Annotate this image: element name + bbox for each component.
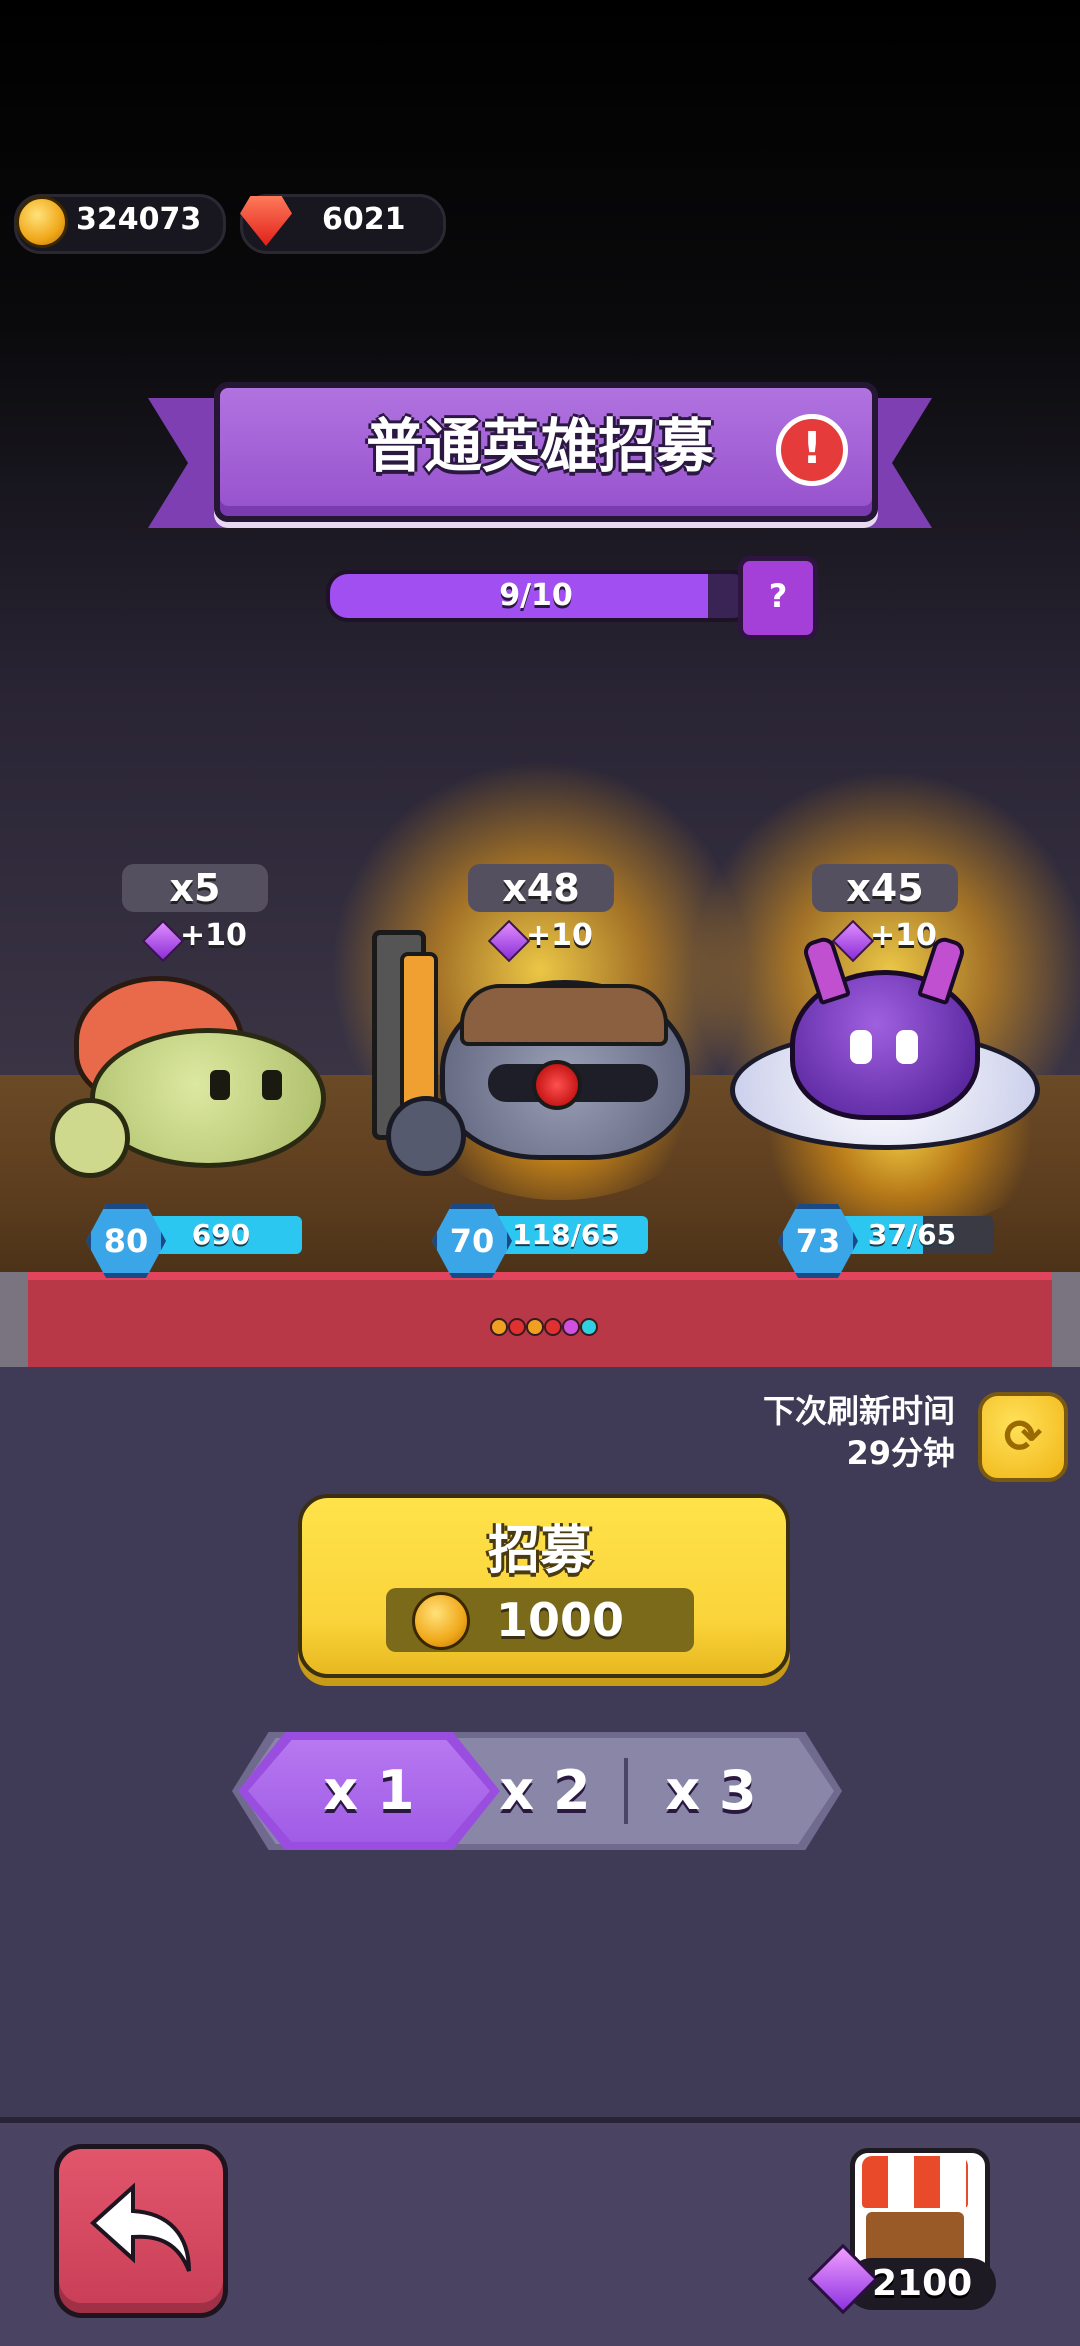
multiplier-option-1[interactable]: x 1 — [238, 1732, 500, 1850]
hero-count: x48 — [468, 864, 614, 912]
hero-exp-bar: 690 — [140, 1216, 302, 1254]
recruit-progress-text: 9/10 — [499, 578, 573, 613]
gem-icon — [141, 919, 185, 963]
stage-edge-right — [1052, 1272, 1080, 1367]
robot-helmet — [460, 984, 668, 1046]
coin-icon — [16, 196, 68, 248]
shop-awning-icon — [862, 2156, 968, 2208]
hero-card-1[interactable]: x5 +10 690 80 — [0, 860, 360, 1280]
page-dot — [544, 1318, 562, 1336]
recruit-button-label: 招募 — [487, 1521, 592, 1581]
hero-count: x45 — [812, 864, 958, 912]
page-dot — [490, 1318, 508, 1336]
refresh-time: 29分钟 — [846, 1434, 955, 1472]
hero-bonus: +10 — [870, 918, 937, 953]
hero-exp-text: 690 — [191, 1218, 251, 1251]
hero-count: x5 — [122, 864, 268, 912]
back-arrow-icon — [90, 2182, 191, 2272]
hero-bonus: +10 — [180, 918, 247, 953]
page-dot — [508, 1318, 526, 1336]
multiplier-option-2[interactable]: x 2 — [486, 1732, 604, 1850]
hero-card-2[interactable]: x48 +10 118/65 70 — [350, 860, 710, 1280]
hero-eye — [262, 1070, 282, 1100]
back-button[interactable] — [54, 2144, 228, 2318]
alien-eye — [850, 1030, 872, 1064]
help-button[interactable]: ? — [738, 556, 818, 640]
robot-eye — [532, 1060, 582, 1110]
coin-icon — [412, 1592, 470, 1650]
gem-icon — [487, 919, 531, 963]
shop-cost: 2100 — [872, 2263, 973, 2304]
recruit-cost: 1000 — [496, 1593, 625, 1647]
alien-eye — [896, 1030, 918, 1064]
page-dot — [526, 1318, 544, 1336]
page-dot — [580, 1318, 598, 1336]
refresh-label: 下次刷新时间 — [762, 1392, 955, 1430]
page-title: 普通英雄招募 — [365, 412, 714, 480]
robot-fist — [386, 1096, 466, 1176]
hero-eye — [210, 1070, 230, 1100]
page-indicator — [490, 1318, 600, 1336]
hero-bonus: +10 — [526, 918, 593, 953]
alert-icon[interactable]: ! — [776, 414, 848, 486]
multiplier-option-3[interactable]: x 3 — [646, 1732, 776, 1850]
gem-amount: 6021 — [322, 202, 406, 237]
slime-hero-hand — [50, 1098, 130, 1178]
page-dot — [562, 1318, 580, 1336]
refresh-button[interactable]: ⟳ — [978, 1392, 1068, 1482]
coin-amount: 324073 — [76, 202, 202, 237]
stage-edge-left — [0, 1272, 28, 1367]
multiplier-divider — [624, 1758, 628, 1824]
refresh-timer: 下次刷新时间 29分钟 — [700, 1390, 955, 1474]
hero-card-3[interactable]: x45 +10 37/65 73 — [700, 860, 1080, 1280]
